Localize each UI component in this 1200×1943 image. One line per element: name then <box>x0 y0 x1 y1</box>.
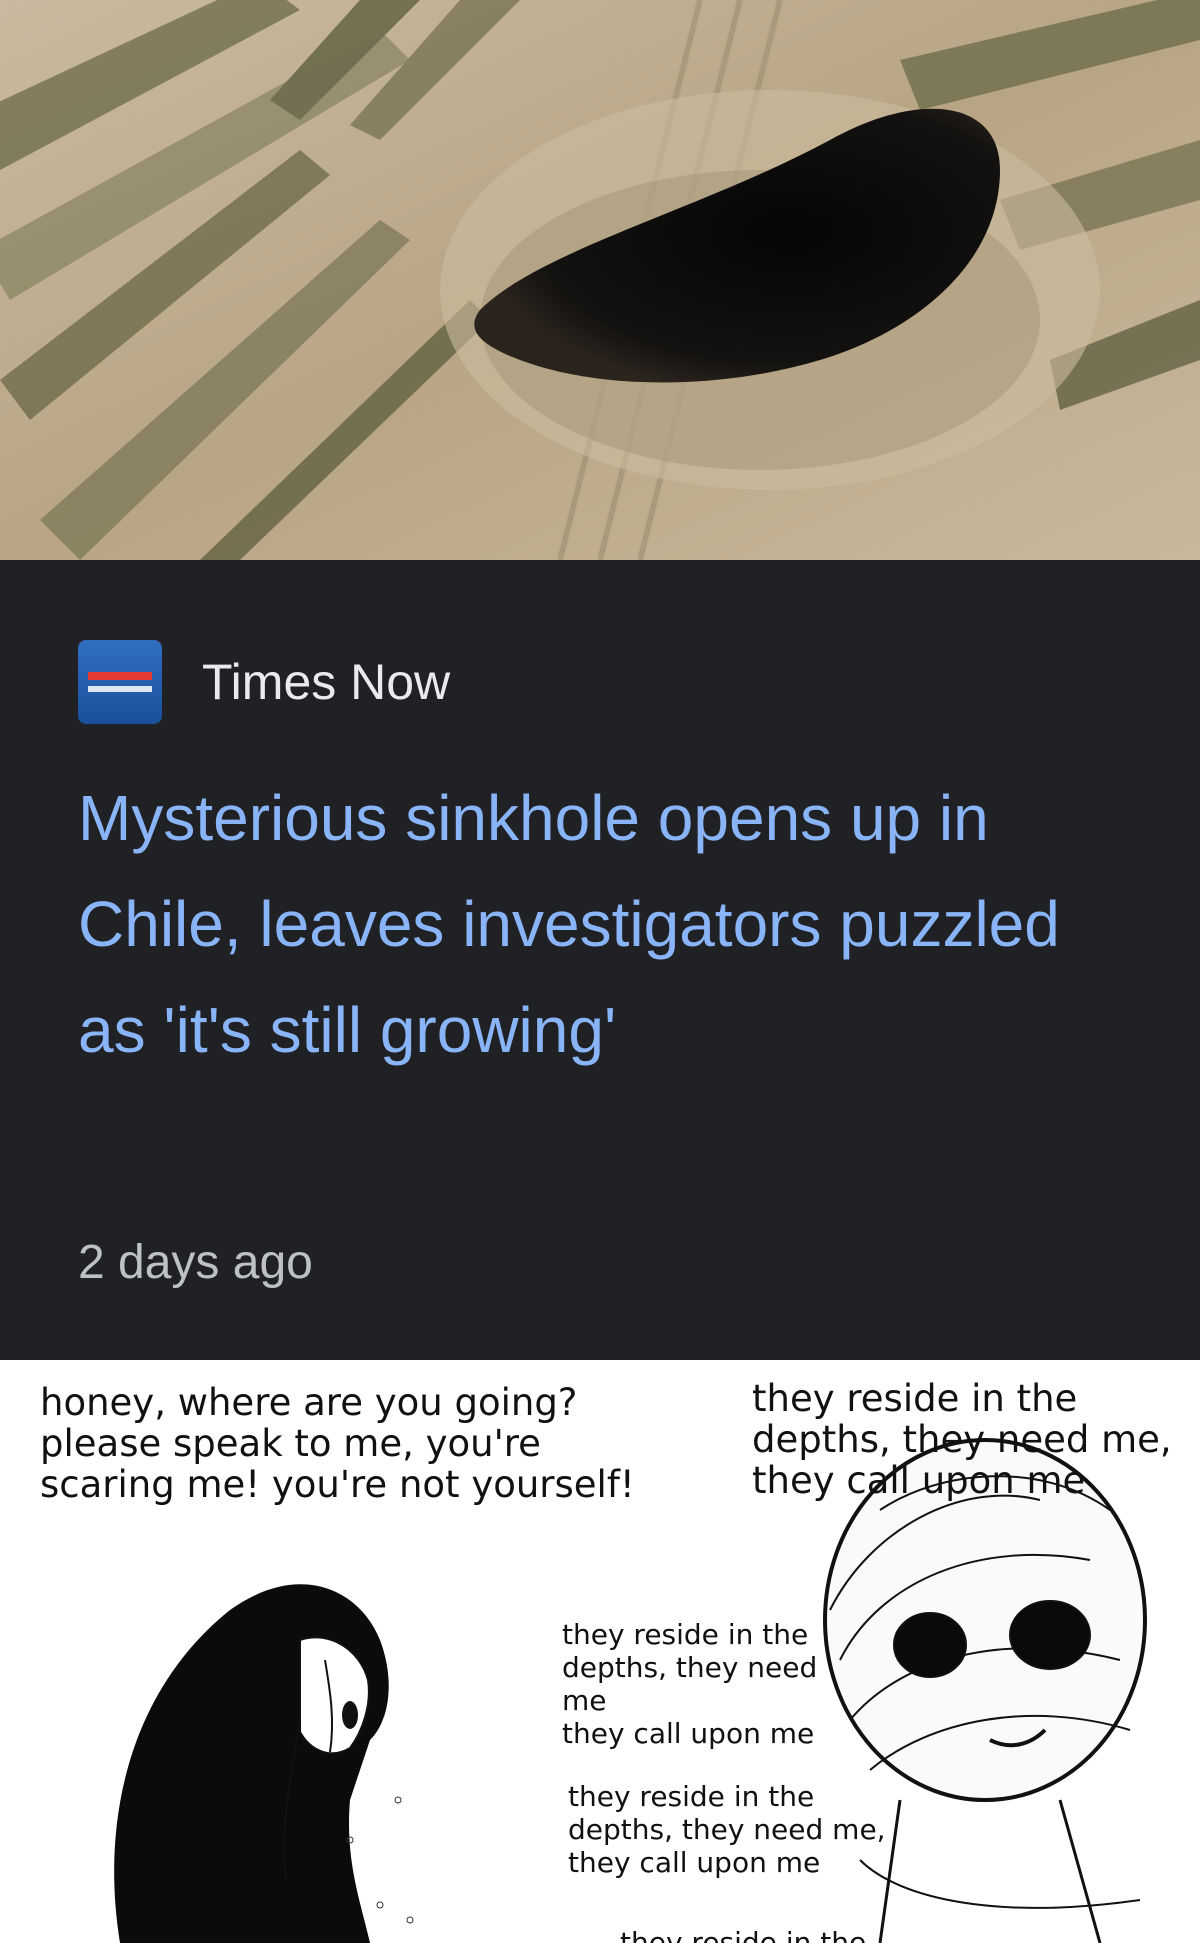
woman-speech-caption: honey, where are you going? please speak… <box>40 1381 635 1506</box>
news-card[interactable]: Times Now Mysterious sinkhole opens up i… <box>0 560 1200 1360</box>
times-now-logo-icon <box>78 640 162 724</box>
source-name: Times Now <box>202 654 451 710</box>
echo-caption-3: they reside in the <box>620 1926 867 1943</box>
meme-page: Times Now Mysterious sinkhole opens up i… <box>0 0 1200 1943</box>
crying-woman-drawing <box>114 1584 414 1943</box>
echo-caption-1: they reside in the depths, they need me … <box>562 1618 818 1750</box>
echo-caption-2: they reside in the depths, they need me,… <box>568 1780 886 1879</box>
news-source: Times Now <box>78 640 450 724</box>
news-headline[interactable]: Mysterious sinkhole opens up in Chile, l… <box>78 765 1138 1083</box>
man-speech-caption: they reside in the depths, they need me,… <box>752 1377 1172 1502</box>
comic-panel: honey, where are you going? please speak… <box>0 1360 1200 1943</box>
news-timestamp: 2 days ago <box>78 1236 313 1289</box>
sinkhole-photo <box>0 0 1200 560</box>
